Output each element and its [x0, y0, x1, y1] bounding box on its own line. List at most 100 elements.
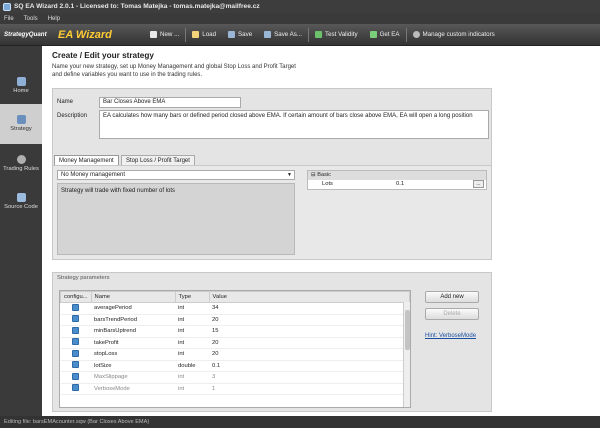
column-header-value[interactable]: Value: [208, 291, 410, 303]
table-row[interactable]: barsTrendPeriod int 20: [60, 314, 410, 326]
param-type-cell[interactable]: int: [175, 337, 210, 349]
configurable-checkbox[interactable]: [72, 303, 80, 311]
table-row[interactable]: lotSize double 0.1: [60, 360, 410, 372]
configurable-cell[interactable]: [60, 360, 92, 372]
sidebar-item-strategy[interactable]: Strategy: [0, 104, 42, 144]
app-icon: [3, 2, 11, 11]
param-type-cell[interactable]: int: [175, 348, 210, 361]
sidebar-item-label: Strategy: [10, 126, 32, 132]
param-name-cell[interactable]: VerboseMode: [91, 383, 176, 395]
param-name-cell[interactable]: stopLoss: [91, 348, 176, 361]
table-row[interactable]: VerboseMode int 1: [60, 383, 410, 395]
test-validity-button[interactable]: Test Validity: [309, 24, 364, 46]
sidebar-item-home[interactable]: Home: [0, 66, 42, 106]
menu-help[interactable]: Help: [48, 16, 60, 22]
sidebar-item-trading-rules[interactable]: Trading Rules: [0, 144, 42, 184]
param-value-cell[interactable]: 3: [209, 371, 410, 384]
add-new-button[interactable]: Add new: [425, 291, 479, 303]
manage-indicators-label: Manage custom indicators: [422, 31, 495, 38]
column-header-type[interactable]: Type: [174, 291, 210, 303]
param-type-cell[interactable]: int: [175, 325, 210, 338]
sidebar-item-label: Home: [13, 88, 29, 94]
configurable-cell[interactable]: [60, 314, 92, 326]
download-icon: [369, 31, 377, 38]
manage-indicators-button[interactable]: Manage custom indicators: [407, 24, 501, 46]
configurable-checkbox[interactable]: [72, 361, 80, 369]
param-type-cell[interactable]: int: [175, 302, 210, 315]
lots-row[interactable]: Lots 0.1 ...: [308, 180, 486, 190]
configurable-cell[interactable]: [60, 383, 92, 395]
param-type-cell[interactable]: int: [175, 314, 210, 326]
money-management-info: Strategy will trade with fixed number of…: [57, 183, 295, 255]
new-label: New ...: [160, 31, 180, 38]
load-button[interactable]: Load: [186, 24, 222, 46]
param-name-cell[interactable]: barsTrendPeriod: [91, 314, 176, 326]
strategyquant-logo: StrategyQuant: [4, 31, 47, 38]
param-value-cell[interactable]: 20: [209, 314, 410, 326]
configurable-cell[interactable]: [60, 348, 92, 361]
table-row[interactable]: minBarsUptrend int 15: [60, 325, 410, 338]
configurable-cell[interactable]: [60, 337, 92, 349]
status-bar: Editing file: barsEMAcounter.sqw (Bar Cl…: [0, 416, 600, 428]
param-name-cell[interactable]: averagePeriod: [91, 302, 176, 315]
param-value-cell[interactable]: 15: [209, 325, 410, 338]
param-value-cell[interactable]: 0.1: [209, 360, 410, 372]
menu-file[interactable]: File: [4, 16, 14, 22]
param-name-cell[interactable]: lotSize: [91, 360, 176, 372]
param-value-cell[interactable]: 20: [209, 337, 410, 349]
load-label: Load: [202, 31, 217, 38]
properties-category-basic[interactable]: ⊟ Basic: [308, 171, 486, 180]
menu-tools[interactable]: Tools: [24, 16, 38, 22]
configurable-cell[interactable]: [60, 371, 92, 384]
tab-stop-loss-profit-target[interactable]: Stop Loss / Profit Target: [121, 155, 195, 165]
table-row[interactable]: averagePeriod int 34: [60, 302, 410, 315]
delete-button[interactable]: Delete: [425, 308, 479, 320]
lots-edit-button[interactable]: ...: [473, 180, 484, 188]
sidebar: Home Strategy Trading Rules Source Code: [0, 46, 42, 416]
strategy-parameters-label: Strategy parameters: [57, 275, 110, 281]
money-management-select[interactable]: No Money management ▼: [57, 170, 295, 180]
scrollbar-thumb[interactable]: [404, 310, 410, 350]
lots-label: Lots: [322, 181, 333, 187]
configurable-checkbox[interactable]: [72, 338, 80, 346]
money-management-note: Strategy will trade with fixed number of…: [61, 188, 176, 194]
configurable-checkbox[interactable]: [72, 326, 80, 334]
configurable-cell[interactable]: [60, 302, 92, 315]
configurable-checkbox[interactable]: [72, 315, 80, 323]
lots-value[interactable]: 0.1: [396, 181, 404, 187]
configurable-checkbox[interactable]: [72, 372, 80, 380]
get-ea-button[interactable]: Get EA: [364, 24, 406, 46]
table-row[interactable]: stopLoss int 20: [60, 348, 410, 361]
table-row[interactable]: MaxSlippage int 3: [60, 371, 410, 384]
save-as-button[interactable]: Save As...: [258, 24, 308, 46]
param-name-cell[interactable]: MaxSlippage: [91, 371, 176, 384]
configurable-cell[interactable]: [60, 325, 92, 338]
vertical-scrollbar[interactable]: [403, 302, 410, 407]
param-name-cell[interactable]: takeProfit: [91, 337, 176, 349]
configurable-checkbox[interactable]: [72, 349, 80, 357]
strategy-name-input[interactable]: Bar Closes Above EMA: [99, 97, 241, 108]
column-header-configurable[interactable]: configu...: [60, 291, 92, 303]
hint-link[interactable]: Hint: VerboseMode: [425, 333, 476, 339]
param-type-cell[interactable]: double: [175, 360, 210, 372]
save-button[interactable]: Save: [222, 24, 258, 46]
tab-money-management[interactable]: Money Management: [54, 155, 119, 165]
gear-icon: [412, 31, 420, 38]
parameters-table: configu... Name Type Value averagePeriod…: [60, 291, 410, 395]
param-type-cell[interactable]: int: [175, 371, 210, 384]
column-header-name[interactable]: Name: [90, 291, 176, 303]
param-name-cell[interactable]: minBarsUptrend: [91, 325, 176, 338]
basic-label: Basic: [317, 172, 331, 178]
window-title: SQ EA Wizard 2.0.1 - Licensed to: Tomas …: [14, 3, 260, 10]
param-value-cell[interactable]: 34: [209, 302, 410, 315]
configurable-checkbox[interactable]: [72, 384, 80, 392]
status-text: Editing file: barsEMAcounter.sqw (Bar Cl…: [4, 419, 150, 425]
strategy-description-input[interactable]: EA calculates how many bars or defined p…: [99, 110, 489, 139]
table-row[interactable]: takeProfit int 20: [60, 337, 410, 349]
param-value-cell[interactable]: 20: [209, 348, 410, 361]
param-type-cell[interactable]: int: [175, 383, 210, 395]
new-button[interactable]: New ...: [144, 24, 185, 46]
param-value-cell[interactable]: 1: [209, 383, 410, 395]
sidebar-item-source-code[interactable]: Source Code: [0, 182, 42, 222]
strategy-icon: [16, 115, 26, 124]
